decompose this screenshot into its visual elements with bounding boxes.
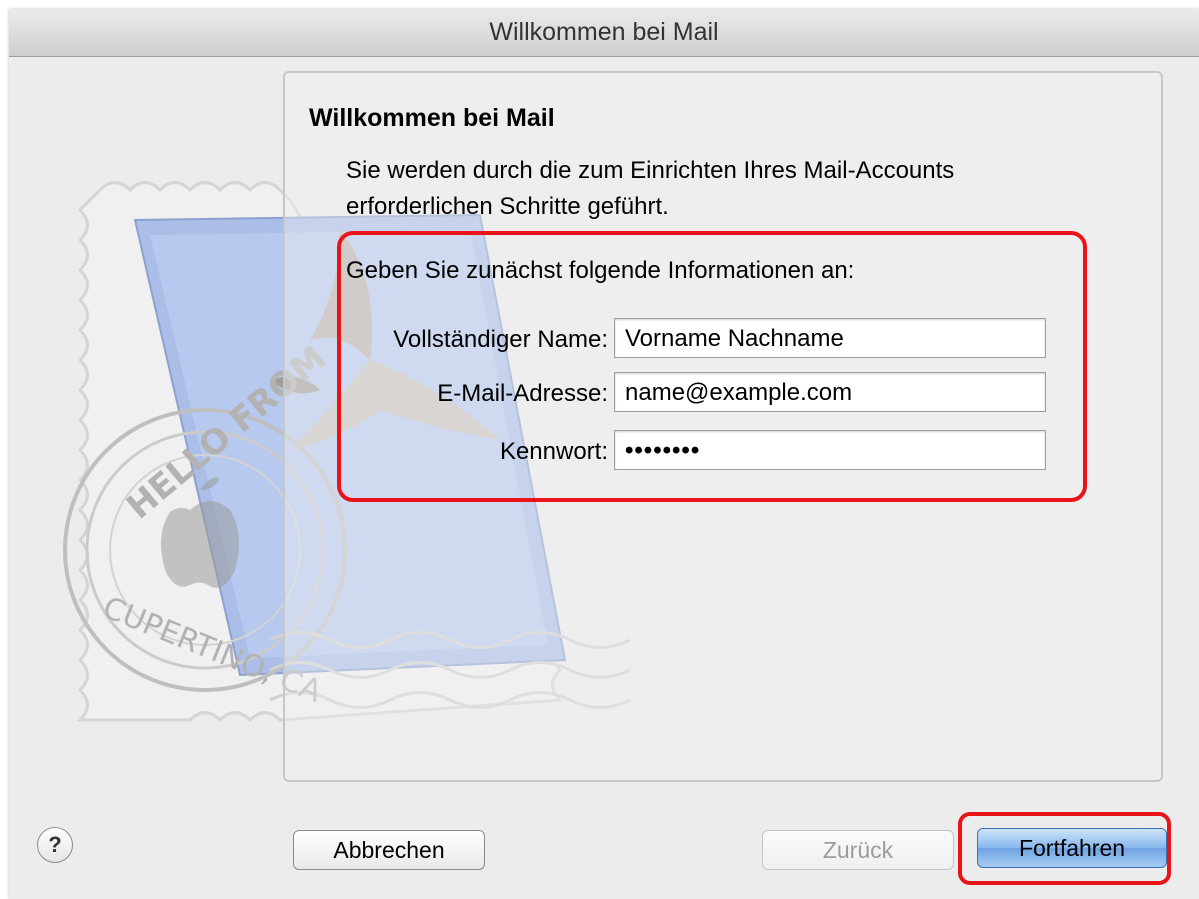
email-field[interactable]: name@example.com [614, 372, 1046, 412]
password-row: Kennwort: •••••••• [340, 430, 1055, 476]
cancel-button[interactable]: Abbrechen [293, 830, 485, 870]
full-name-label: Vollständiger Name: [393, 326, 608, 353]
intro-text: Sie werden durch die zum Einrichten Ihre… [346, 157, 955, 220]
full-name-field[interactable]: Vorname Nachname [614, 318, 1046, 358]
email-row: E-Mail-Adresse: name@example.com [340, 372, 1055, 418]
form-prompt: Geben Sie zunächst folgende Informatione… [346, 257, 855, 284]
back-button[interactable]: Zurück [762, 830, 954, 870]
email-label: E-Mail-Adresse: [437, 380, 608, 407]
password-label: Kennwort: [499, 438, 608, 465]
window-title: Willkommen bei Mail [9, 9, 1199, 57]
continue-button[interactable]: Fortfahren [977, 828, 1167, 868]
password-field[interactable]: •••••••• [614, 430, 1046, 470]
full-name-row: Vollständiger Name: Vorname Nachname [340, 318, 1055, 364]
help-icon[interactable]: ? [37, 827, 73, 863]
page-heading: Willkommen bei Mail [309, 104, 555, 132]
